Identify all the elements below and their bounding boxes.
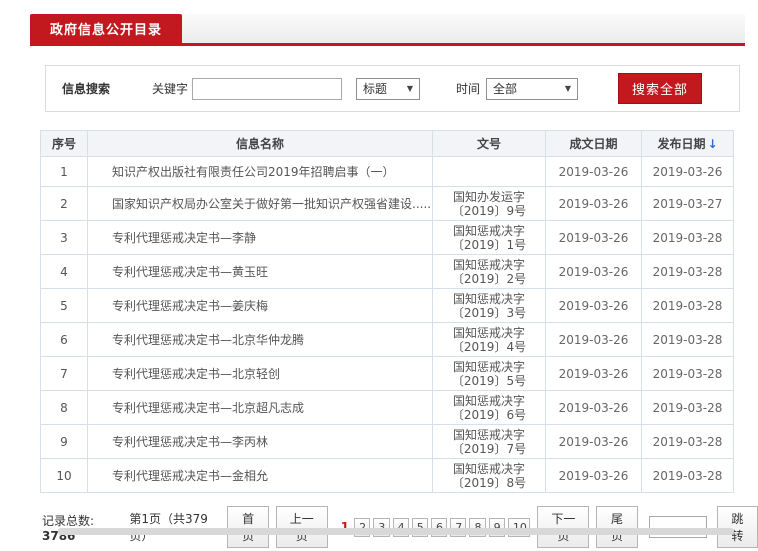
row-index: 9 <box>40 424 88 459</box>
table-row: 4 专利代理惩戒决定书—黄玉旺 国知惩戒决字 〔2019〕2号 2019-03-… <box>40 254 734 289</box>
col-header-index: 序号 <box>40 130 88 157</box>
row-index: 1 <box>40 156 88 187</box>
row-doc-number: 国知惩戒决字 〔2019〕1号 <box>432 220 546 255</box>
row-date-written: 2019-03-26 <box>545 322 642 357</box>
row-doc-number: 国知惩戒决字 〔2019〕2号 <box>432 254 546 289</box>
row-date-published: 2019-03-27 <box>641 186 734 221</box>
row-doc-number: 国知惩戒决字 〔2019〕6号 <box>432 390 546 425</box>
row-date-published: 2019-03-28 <box>641 424 734 459</box>
search-section-label: 信息搜索 <box>62 82 111 96</box>
row-date-written: 2019-03-26 <box>545 424 642 459</box>
row-index: 10 <box>40 458 88 493</box>
pagination-bar: 记录总数: 3786 第1页（共379页） 首页 上一页 1 2 3 4 5 6… <box>42 506 758 548</box>
scope-selected-value: 标题 <box>363 82 388 96</box>
time-selected-value: 全部 <box>493 82 518 96</box>
row-doc-number: 国知惩戒决字 〔2019〕7号 <box>432 424 546 459</box>
first-page-button[interactable]: 首页 <box>227 506 269 548</box>
container-shadow <box>58 528 734 535</box>
table-row: 1 知识产权出版社有限责任公司2019年招聘启事（一） 2019-03-26 2… <box>40 156 734 187</box>
row-index: 3 <box>40 220 88 255</box>
col-header-title: 信息名称 <box>87 130 433 157</box>
row-date-written: 2019-03-26 <box>545 288 642 323</box>
sort-desc-icon: ↓ <box>707 137 718 151</box>
tab-bar: 政府信息公开目录 <box>30 14 745 43</box>
table-row: 6 专利代理惩戒决定书—北京华仲龙腾 国知惩戒决字 〔2019〕4号 2019-… <box>40 322 734 357</box>
search-all-button[interactable]: 搜索全部 <box>618 73 703 104</box>
page-info: 第1页（共379页） <box>129 512 208 543</box>
tab-divider <box>30 43 745 46</box>
row-doc-number: 国知办发运字 〔2019〕9号 <box>432 186 546 221</box>
row-date-published: 2019-03-28 <box>641 288 734 323</box>
row-date-written: 2019-03-26 <box>545 156 642 187</box>
row-title-link[interactable]: 专利代理惩戒决定书—北京轻创 <box>87 356 433 391</box>
row-date-published: 2019-03-28 <box>641 356 734 391</box>
row-doc-number <box>432 156 546 187</box>
gov-info-directory-page: 政府信息公开目录 信息搜索 关键字 标题 ▼ 时间 全部 ▼ 搜索全部 序号 信… <box>0 0 758 548</box>
table-row: 2 国家知识产权局办公室关于做好第一批知识产权强省建设...... 国知办发运字… <box>40 186 734 221</box>
row-title-link[interactable]: 专利代理惩戒决定书—北京华仲龙腾 <box>87 322 433 357</box>
col-header-doc-number: 文号 <box>432 130 546 157</box>
row-date-written: 2019-03-26 <box>545 356 642 391</box>
records-total: 记录总数: 3786 <box>42 513 95 543</box>
prev-page-button[interactable]: 上一页 <box>275 506 328 548</box>
col-header-date-published[interactable]: 发布日期 ↓ <box>641 130 734 157</box>
row-title-link[interactable]: 知识产权出版社有限责任公司2019年招聘启事（一） <box>87 156 433 187</box>
table-row: 10 专利代理惩戒决定书—金相允 国知惩戒决字 〔2019〕8号 2019-03… <box>40 458 734 493</box>
row-date-written: 2019-03-26 <box>545 390 642 425</box>
keyword-input[interactable] <box>192 77 343 100</box>
table-row: 3 专利代理惩戒决定书—李静 国知惩戒决字 〔2019〕1号 2019-03-2… <box>40 220 734 255</box>
row-date-written: 2019-03-26 <box>545 220 642 255</box>
keyword-label: 关键字 <box>152 82 189 96</box>
time-label: 时间 <box>456 82 481 96</box>
time-select[interactable]: 全部 ▼ <box>486 77 579 100</box>
last-page-button[interactable]: 尾页 <box>596 506 638 548</box>
row-index: 5 <box>40 288 88 323</box>
table-row: 8 专利代理惩戒决定书—北京超凡志成 国知惩戒决字 〔2019〕6号 2019-… <box>40 390 734 425</box>
col-header-date-written: 成文日期 <box>545 130 642 157</box>
row-date-published: 2019-03-26 <box>641 156 734 187</box>
row-index: 6 <box>40 322 88 357</box>
row-date-written: 2019-03-26 <box>545 186 642 221</box>
row-title-link[interactable]: 国家知识产权局办公室关于做好第一批知识产权强省建设...... <box>87 186 433 221</box>
jump-button[interactable]: 跳转 <box>716 506 758 548</box>
row-date-written: 2019-03-26 <box>545 254 642 289</box>
search-panel: 信息搜索 关键字 标题 ▼ 时间 全部 ▼ 搜索全部 <box>45 65 740 112</box>
results-table: 序号 信息名称 文号 成文日期 发布日期 ↓ 1 知识产权出版社有限责任公司201… <box>40 130 734 493</box>
row-index: 8 <box>40 390 88 425</box>
scope-select[interactable]: 标题 ▼ <box>356 77 421 100</box>
row-date-written: 2019-03-26 <box>545 458 642 493</box>
row-title-link[interactable]: 专利代理惩戒决定书—北京超凡志成 <box>87 390 433 425</box>
row-date-published: 2019-03-28 <box>641 254 734 289</box>
row-doc-number: 国知惩戒决字 〔2019〕8号 <box>432 458 546 493</box>
table-header-row: 序号 信息名称 文号 成文日期 发布日期 ↓ <box>40 130 734 157</box>
row-title-link[interactable]: 专利代理惩戒决定书—李静 <box>87 220 433 255</box>
next-page-button[interactable]: 下一页 <box>537 506 590 548</box>
row-title-link[interactable]: 专利代理惩戒决定书—金相允 <box>87 458 433 493</box>
row-doc-number: 国知惩戒决字 〔2019〕5号 <box>432 356 546 391</box>
row-title-link[interactable]: 专利代理惩戒决定书—黄玉旺 <box>87 254 433 289</box>
row-date-published: 2019-03-28 <box>641 322 734 357</box>
table-row: 7 专利代理惩戒决定书—北京轻创 国知惩戒决字 〔2019〕5号 2019-03… <box>40 356 734 391</box>
row-index: 7 <box>40 356 88 391</box>
row-doc-number: 国知惩戒决字 〔2019〕4号 <box>432 322 546 357</box>
chevron-down-icon: ▼ <box>406 84 414 93</box>
row-title-link[interactable]: 专利代理惩戒决定书—姜庆梅 <box>87 288 433 323</box>
col-header-date-published-label: 发布日期 <box>657 137 706 151</box>
row-title-link[interactable]: 专利代理惩戒决定书—李丙林 <box>87 424 433 459</box>
table-row: 5 专利代理惩戒决定书—姜庆梅 国知惩戒决字 〔2019〕3号 2019-03-… <box>40 288 734 323</box>
row-date-published: 2019-03-28 <box>641 458 734 493</box>
row-date-published: 2019-03-28 <box>641 390 734 425</box>
table-row: 9 专利代理惩戒决定书—李丙林 国知惩戒决字 〔2019〕7号 2019-03-… <box>40 424 734 459</box>
chevron-down-icon: ▼ <box>564 84 572 93</box>
row-index: 4 <box>40 254 88 289</box>
tab-gov-info-directory[interactable]: 政府信息公开目录 <box>30 14 183 43</box>
row-index: 2 <box>40 186 88 221</box>
row-date-published: 2019-03-28 <box>641 220 734 255</box>
row-doc-number: 国知惩戒决字 〔2019〕3号 <box>432 288 546 323</box>
